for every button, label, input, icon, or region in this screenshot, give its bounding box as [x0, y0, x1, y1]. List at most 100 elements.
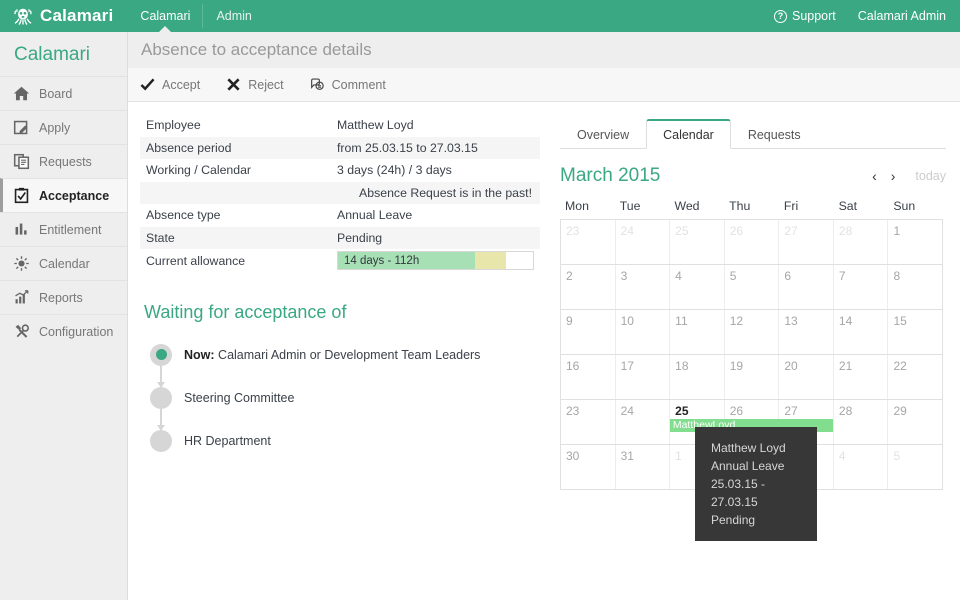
- sidebar-item-requests[interactable]: Requests: [0, 144, 127, 178]
- top-nav-item-admin[interactable]: Admin: [203, 0, 264, 32]
- workflow-title: Waiting for acceptance of: [144, 302, 347, 322]
- calendar-day-cell[interactable]: 1: [887, 220, 942, 264]
- calendar-day-cell[interactable]: 3: [614, 265, 670, 309]
- detail-key: State: [146, 230, 175, 245]
- sidebar-item-calendar[interactable]: Calendar: [0, 246, 127, 280]
- calendar-day-cell[interactable]: 19: [723, 355, 779, 399]
- reject-button[interactable]: Reject: [226, 77, 284, 92]
- calendar-day-cell[interactable]: 5: [887, 445, 942, 489]
- panes: Employee Matthew Loyd Absence period fro…: [128, 102, 960, 600]
- sidebar-item-entitlement-label: Entitlement: [39, 222, 102, 237]
- today-button[interactable]: today: [909, 169, 946, 183]
- calendar-day-cell[interactable]: 17: [614, 355, 670, 399]
- accept-button[interactable]: Accept: [140, 77, 200, 92]
- bar-chart-icon: [15, 223, 27, 235]
- calendar-day-cell[interactable]: 18: [669, 355, 724, 399]
- calendar-day-cell[interactable]: 13: [778, 310, 833, 354]
- calendar-day-cell[interactable]: 14: [832, 310, 888, 354]
- calendar-week-row: 2345678: [561, 265, 942, 310]
- accept-button-label: Accept: [162, 77, 201, 92]
- calendar-day-cell[interactable]: 27: [778, 220, 833, 264]
- day-name-mon: Mon: [565, 199, 589, 213]
- comment-button[interactable]: Comment: [310, 77, 386, 92]
- allowance-pending-segment: [474, 252, 506, 269]
- calendar-day-cell[interactable]: 12: [723, 310, 779, 354]
- sidebar-item-board[interactable]: Board: [0, 76, 127, 110]
- calendar-day-cell[interactable]: 11: [669, 310, 724, 354]
- calendar-day-cell[interactable]: 28: [832, 400, 888, 444]
- calendar-day-cell[interactable]: 26: [723, 220, 779, 264]
- tooltip-state: Pending: [711, 513, 756, 527]
- user-menu-label: Calamari Admin: [857, 9, 946, 23]
- detail-value: Annual Leave: [337, 208, 413, 223]
- top-nav-item-calamari[interactable]: Calamari: [127, 0, 204, 32]
- calendar-day-cell[interactable]: 31: [614, 445, 670, 489]
- calendar-day-cell[interactable]: 8: [887, 265, 942, 309]
- calendar-day-cell[interactable]: 15: [887, 310, 942, 354]
- tab-calendar[interactable]: Calendar: [646, 119, 731, 149]
- calendar-day-cell[interactable]: 24: [614, 400, 670, 444]
- calendar-day-cell[interactable]: 4: [832, 445, 888, 489]
- sidebar-item-acceptance[interactable]: Acceptance: [0, 178, 127, 212]
- chevron-right-icon[interactable]: ›: [891, 168, 896, 184]
- sidebar-item-apply-label: Apply: [39, 120, 71, 135]
- calendar-week-row: 9 10 11 12 13 14 15: [561, 310, 942, 355]
- sidebar-item-reports[interactable]: Reports: [0, 280, 127, 314]
- calendar-day-cell[interactable]: 23: [561, 220, 615, 264]
- sidebar-item-configuration[interactable]: Configuration: [0, 314, 127, 348]
- sidebar-item-requests-label: Requests: [39, 154, 92, 169]
- calendar-day-cell[interactable]: 21: [832, 355, 888, 399]
- calendar-day-cell[interactable]: 30: [561, 445, 615, 489]
- calendar-day-cell[interactable]: 10: [614, 310, 670, 354]
- calendar-day-cell[interactable]: 28: [832, 220, 888, 264]
- calendar-day-cell[interactable]: 25: [669, 220, 724, 264]
- calendar-day-cell[interactable]: 4: [669, 265, 724, 309]
- detail-value: 3 days (24h) / 3 days: [337, 163, 452, 178]
- calendar-header: March 2015 ‹ › today: [560, 163, 946, 189]
- support-link[interactable]: ? Support: [773, 9, 836, 23]
- workflow-step-text: Calamari Admin or Development Team Leade…: [214, 347, 481, 362]
- calendar-day-cell[interactable]: 5: [723, 265, 779, 309]
- calendar-day-cell[interactable]: 22: [887, 355, 942, 399]
- support-label: Support: [791, 9, 836, 23]
- calendar-day-cell[interactable]: 16: [561, 355, 615, 399]
- calendar-day-cell[interactable]: 29: [887, 400, 942, 444]
- calendar-day-cell[interactable]: 7: [832, 265, 888, 309]
- squid-logo-icon: [14, 8, 32, 25]
- day-name-fri: Fri: [783, 199, 799, 213]
- detail-key: Working / Calendar: [146, 163, 252, 178]
- sidebar-item-configuration-label: Configuration: [39, 324, 114, 339]
- calendar-day-cell[interactable]: 2: [561, 265, 615, 309]
- day-name-sat: Sat: [838, 199, 858, 213]
- workflow-step-dot-active: [150, 343, 172, 366]
- calendar-month-label: March 2015: [560, 165, 661, 186]
- table-row: Absence period from 25.03.15 to 27.03.15: [140, 136, 540, 159]
- workflow-step-hr: HR Department: [150, 419, 540, 462]
- event-tooltip: Matthew Loyd Annual Leave 25.03.15 - 27.…: [695, 427, 817, 541]
- calendar-day-cell[interactable]: 6: [778, 265, 833, 309]
- tab-requests[interactable]: Requests: [731, 120, 818, 149]
- chevron-left-icon[interactable]: ‹: [872, 168, 877, 184]
- calendar-day-cell[interactable]: 9: [561, 310, 615, 354]
- calendar-day-names: Mon Tue Wed Thu Fri Sat Sun: [560, 199, 943, 219]
- sidebar-item-board-label: Board: [39, 86, 73, 101]
- sidebar-item-entitlement[interactable]: Entitlement: [0, 212, 127, 246]
- allowance-progress-bar: 14 days - 112h: [337, 251, 534, 270]
- user-menu[interactable]: Calamari Admin: [858, 9, 946, 23]
- brand[interactable]: Calamari: [0, 0, 127, 32]
- detail-key: Absence type: [146, 208, 221, 223]
- top-bar-right: ? Support Calamari Admin: [773, 0, 960, 32]
- sidebar-item-apply[interactable]: Apply: [0, 110, 127, 144]
- action-toolbar: Accept Reject Comment: [128, 68, 960, 102]
- sidebar: Calamari Board Apply Requests Acceptance…: [0, 32, 128, 600]
- calendar-day-cell[interactable]: 23: [561, 400, 615, 444]
- calendar-day-cell[interactable]: 20: [778, 355, 833, 399]
- calendar-day-cell[interactable]: 24: [614, 220, 670, 264]
- table-row: State Pending: [140, 226, 540, 249]
- workflow-active-indicator: [155, 349, 167, 360]
- tab-overview[interactable]: Overview: [560, 120, 646, 149]
- allowance-label: 14 days - 112h: [344, 254, 420, 267]
- workflow-step-prefix: Now:: [184, 347, 215, 362]
- question-circle-icon: ?: [773, 9, 787, 23]
- detail-key: Employee: [146, 118, 201, 133]
